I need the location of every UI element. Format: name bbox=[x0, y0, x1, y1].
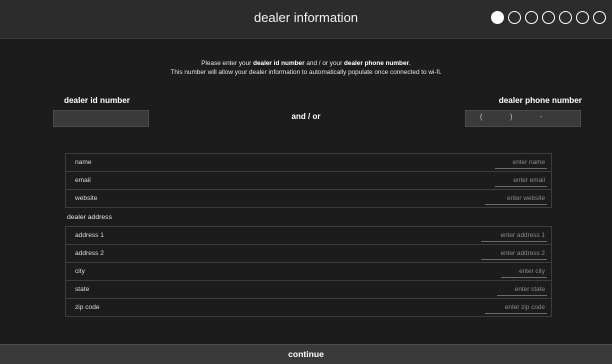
intro-bold-dealer-id: dealer id number bbox=[253, 60, 305, 67]
name-label: name bbox=[75, 159, 92, 166]
name-input[interactable] bbox=[495, 157, 547, 169]
form-row-name: name bbox=[65, 153, 552, 171]
address-1-label: address 1 bbox=[75, 232, 104, 239]
phone-open-paren: ( bbox=[480, 114, 483, 121]
form-row-zip-code: zip code bbox=[65, 298, 552, 316]
header-bar: dealer information bbox=[0, 0, 612, 39]
intro-text-part: Please enter your bbox=[201, 60, 254, 67]
form-row-city: city bbox=[65, 262, 552, 280]
contact-fields: name email website bbox=[65, 153, 552, 208]
step-dot-4 bbox=[542, 11, 555, 24]
address-fields: address 1 address 2 city state zip code bbox=[65, 226, 552, 317]
dealer-phone-input[interactable]: ( ) - bbox=[465, 110, 581, 127]
step-dot-1 bbox=[491, 11, 504, 24]
intro-line-2: This number will allow your dealer infor… bbox=[170, 69, 442, 76]
intro-bold-dealer-phone: dealer phone number bbox=[344, 60, 409, 67]
intro-text: Please enter your dealer id number and /… bbox=[0, 59, 612, 77]
city-input[interactable] bbox=[501, 266, 547, 278]
zip-code-label: zip code bbox=[75, 304, 100, 311]
intro-line-1: Please enter your dealer id number and /… bbox=[0, 59, 612, 68]
form-row-state: state bbox=[65, 280, 552, 298]
form-row-address-1: address 1 bbox=[65, 226, 552, 244]
step-dot-6 bbox=[576, 11, 589, 24]
form-row-email: email bbox=[65, 171, 552, 189]
intro-text-part: and / or your bbox=[304, 60, 345, 67]
intro-text-part: . bbox=[409, 60, 411, 67]
phone-close-paren: ) bbox=[510, 114, 513, 121]
address-1-input[interactable] bbox=[481, 230, 547, 242]
state-label: state bbox=[75, 286, 90, 293]
continue-button[interactable]: continue bbox=[0, 344, 612, 364]
zip-code-input[interactable] bbox=[485, 302, 547, 314]
state-input[interactable] bbox=[497, 284, 547, 296]
form-row-website: website bbox=[65, 189, 552, 207]
website-input[interactable] bbox=[485, 193, 547, 205]
dealer-address-heading: dealer address bbox=[67, 214, 112, 221]
step-dot-3 bbox=[525, 11, 538, 24]
address-2-label: address 2 bbox=[75, 250, 104, 257]
step-dot-2 bbox=[508, 11, 521, 24]
form-row-address-2: address 2 bbox=[65, 244, 552, 262]
step-dot-7 bbox=[593, 11, 606, 24]
phone-dash: - bbox=[540, 114, 543, 121]
step-dot-5 bbox=[559, 11, 572, 24]
website-label: website bbox=[75, 195, 98, 202]
city-label: city bbox=[75, 268, 85, 275]
dealer-form: name email website dealer address addres… bbox=[65, 153, 552, 317]
email-label: email bbox=[75, 177, 91, 184]
step-indicator bbox=[491, 11, 606, 24]
dealer-id-label: dealer id number bbox=[64, 96, 130, 105]
email-input[interactable] bbox=[495, 175, 547, 187]
address-2-input[interactable] bbox=[481, 248, 547, 260]
dealer-phone-label: dealer phone number bbox=[498, 96, 582, 105]
